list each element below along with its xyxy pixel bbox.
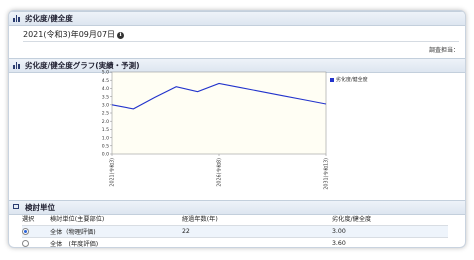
table-row[interactable]: 全体 (年度評価) 3.60 — [22, 237, 448, 249]
radio-button[interactable] — [22, 228, 29, 235]
col-years: 経過年数(年) — [182, 216, 218, 223]
info-icon[interactable]: i — [117, 32, 125, 39]
y-tick-label: 0.0 — [102, 152, 109, 158]
radio-button[interactable] — [22, 240, 29, 247]
x-tick-label: 2031(令和13) — [323, 158, 330, 190]
bar-chart-icon — [13, 15, 21, 22]
chart-section-title: 劣化度/健全度グラフ(実績・予測) — [25, 61, 140, 70]
legend-label: 劣化度/健全度 — [336, 77, 368, 83]
x-tick-label: 2026(令和8) — [216, 158, 223, 187]
surveyor-label: 調査担当： — [428, 47, 459, 54]
legend-swatch — [330, 77, 334, 82]
chart-legend: 劣化度/健全度 — [330, 76, 368, 83]
y-tick-label: 2.0 — [102, 119, 109, 125]
y-tick-label: 3.5 — [102, 94, 109, 100]
col-select: 選択 — [22, 216, 35, 223]
line-chart: 0.0 0.5 1.0 1.5 2.0 2.5 3.0 3.5 4.0 4.5 5.0 2021(令和… — [102, 70, 330, 190]
select-cell[interactable] — [22, 225, 50, 238]
y-tick-label: 5.0 — [102, 70, 109, 76]
unit-cell: 全体 (年度評価) — [50, 237, 182, 249]
bar-chart-icon — [13, 62, 21, 69]
date-row: 2021(令和3)年09月07日 i — [23, 29, 125, 40]
table-row[interactable]: 全体（物理評価) 22 3.00 — [22, 225, 448, 238]
score-cell: 3.00 — [332, 225, 448, 238]
plot-area — [111, 71, 327, 155]
header-bar: 劣化度/健全度 — [9, 11, 465, 26]
y-tick-label: 1.0 — [102, 135, 109, 141]
y-tick-label: 3.0 — [102, 103, 109, 109]
x-tick-label: 2021(令和3) — [109, 158, 116, 187]
units-table-header: 選択 検討単位(主要部位) 経過年数(年) 劣化度/健全度 — [22, 214, 448, 226]
units-section-bar: 検討単位 — [9, 200, 465, 215]
y-tick-label: 0.5 — [102, 144, 109, 150]
table-icon — [13, 204, 19, 209]
header-title: 劣化度/健全度 — [25, 14, 73, 23]
y-tick-label: 4.0 — [102, 86, 109, 92]
units-table: 選択 検討単位(主要部位) 経過年数(年) 劣化度/健全度 全体（物理評価) 2… — [22, 214, 448, 249]
years-cell: 22 — [182, 225, 332, 238]
y-tick-label: 1.5 — [102, 127, 109, 133]
units-section-title: 検討単位 — [25, 203, 55, 212]
score-cell: 3.60 — [332, 237, 448, 249]
y-tick-label: 2.5 — [102, 111, 109, 117]
col-unit: 検討単位(主要部位) — [50, 216, 105, 223]
unit-cell: 全体（物理評価) — [50, 225, 182, 238]
col-score: 劣化度/健全度 — [332, 216, 372, 223]
inspection-date: 2021(令和3)年09月07日 — [23, 30, 116, 39]
years-cell — [182, 237, 332, 249]
y-tick-label: 4.5 — [102, 78, 109, 84]
divider — [23, 41, 459, 42]
select-cell[interactable] — [22, 237, 50, 249]
